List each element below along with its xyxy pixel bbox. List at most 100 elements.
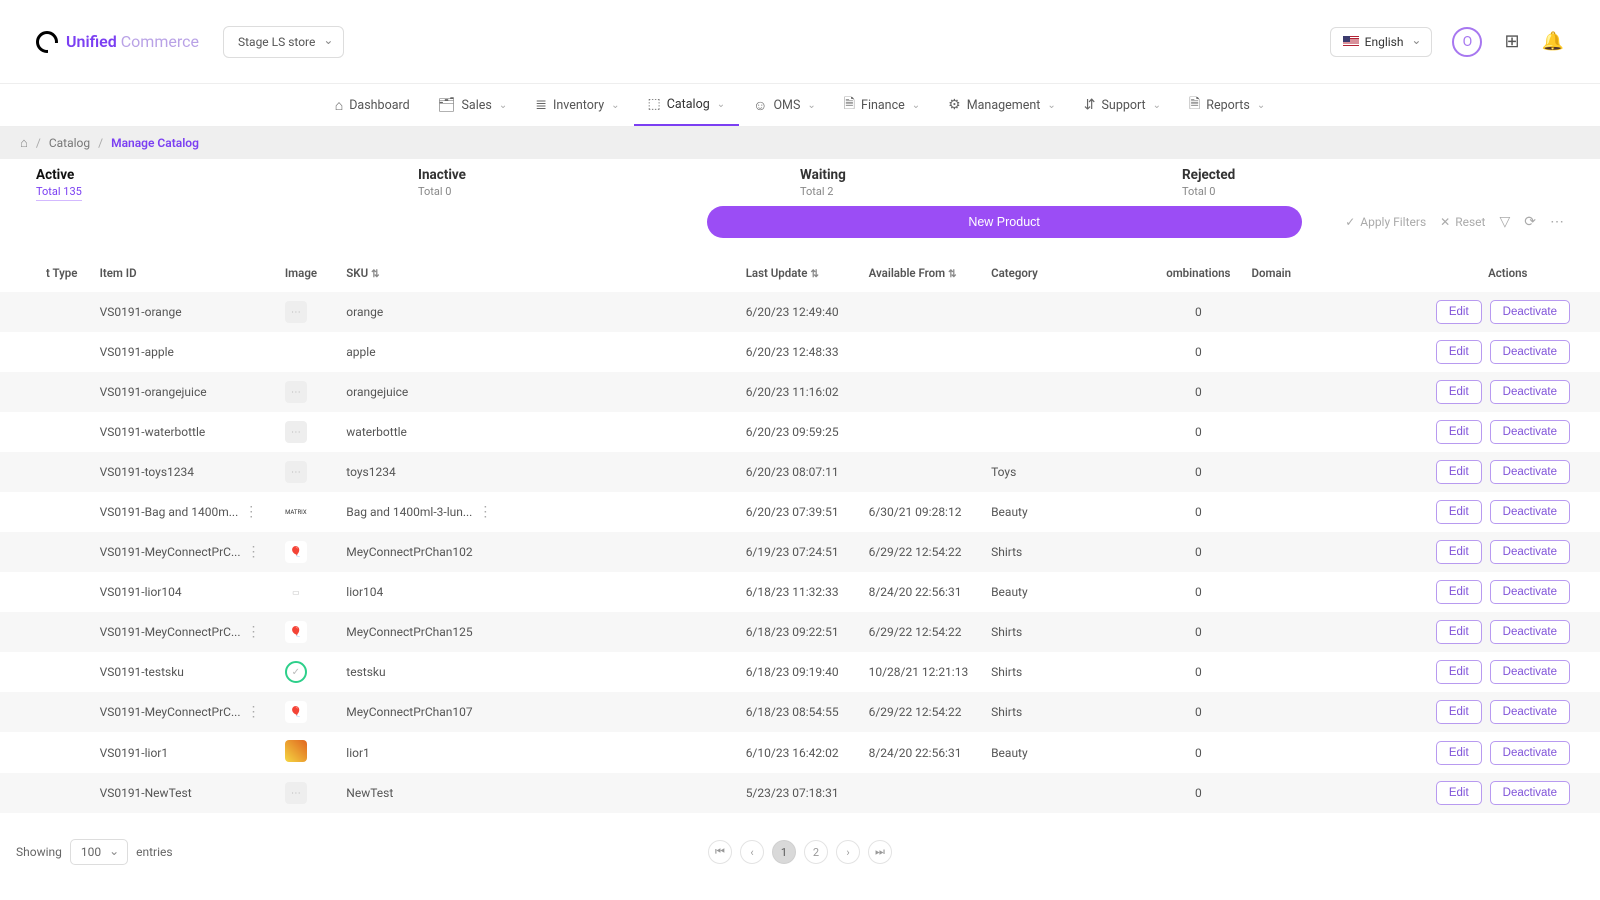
page-next-button[interactable]: › <box>836 840 860 864</box>
nav-finance[interactable]: 🗎Finance⌄ <box>830 84 934 126</box>
edit-button[interactable]: Edit <box>1436 380 1482 404</box>
new-product-button[interactable]: New Product <box>707 206 1302 238</box>
more-vert-icon[interactable]: ⋮ <box>246 624 260 640</box>
nav-dashboard[interactable]: ⌂Dashboard <box>321 84 424 126</box>
bell-icon[interactable]: 🔔 <box>1542 31 1564 52</box>
cell-last-update: 6/10/23 16:42:02 <box>736 732 859 773</box>
deactivate-button[interactable]: Deactivate <box>1490 340 1570 364</box>
refresh-icon[interactable]: ⟳ <box>1524 214 1536 230</box>
deactivate-button[interactable]: Deactivate <box>1490 460 1570 484</box>
edit-button[interactable]: Edit <box>1436 300 1482 324</box>
deactivate-button[interactable]: Deactivate <box>1490 540 1570 564</box>
nav-inventory[interactable]: ≣Inventory⌄ <box>521 84 633 126</box>
more-vert-icon[interactable]: ⋮ <box>246 544 260 560</box>
col-available-from[interactable]: Available From⇅ <box>859 248 982 292</box>
nav-reports[interactable]: 🗎Reports⌄ <box>1175 84 1279 126</box>
apply-filters-button[interactable]: ✓Apply Filters <box>1345 215 1426 229</box>
page-first-button[interactable]: ⏮ <box>708 840 732 864</box>
deactivate-button[interactable]: Deactivate <box>1490 500 1570 524</box>
cell-category: Beauty <box>981 572 1155 612</box>
cell-sku: lior1 <box>336 732 541 773</box>
main-nav: ⌂Dashboard🗂Sales⌄≣Inventory⌄⬚Catalog⌄☺OM… <box>0 84 1600 127</box>
nav-oms[interactable]: ☺OMS⌄ <box>739 84 830 126</box>
tab-waiting[interactable]: WaitingTotal 2 <box>800 163 1182 203</box>
product-image-icon <box>285 740 307 762</box>
nav-catalog[interactable]: ⬚Catalog⌄ <box>634 84 740 126</box>
store-selector[interactable]: Stage LS store <box>223 26 344 58</box>
cell-available-from: 6/30/21 09:28:12 <box>859 492 982 532</box>
page-1-button[interactable]: 1 <box>772 840 796 864</box>
more-icon[interactable]: ⋯ <box>1550 214 1564 230</box>
col-sku[interactable]: SKU⇅ <box>336 248 541 292</box>
deactivate-button[interactable]: Deactivate <box>1490 620 1570 644</box>
more-vert-icon[interactable]: ⋮ <box>244 504 258 520</box>
cell-combinations: 0 <box>1155 332 1241 372</box>
edit-button[interactable]: Edit <box>1436 620 1482 644</box>
table-row: VS0191-appleapple6/20/23 12:48:330EditDe… <box>0 332 1600 372</box>
deactivate-button[interactable]: Deactivate <box>1490 380 1570 404</box>
more-vert-icon[interactable]: ⋮ <box>246 704 260 720</box>
more-vert-icon[interactable]: ⋮ <box>478 504 492 520</box>
nav-management[interactable]: ⚙Management⌄ <box>934 84 1070 126</box>
edit-button[interactable]: Edit <box>1436 580 1482 604</box>
pagesize-select[interactable]: 100 <box>70 839 128 865</box>
page-2-button[interactable]: 2 <box>804 840 828 864</box>
reports-icon: 🗎 <box>1189 93 1200 117</box>
language-selector[interactable]: English <box>1330 27 1433 57</box>
col-type[interactable]: t Type <box>0 248 90 292</box>
edit-button[interactable]: Edit <box>1436 460 1482 484</box>
col-domain[interactable]: Domain <box>1241 248 1415 292</box>
cell-category: Shirts <box>981 652 1155 692</box>
cell-item-id: VS0191-orange <box>90 292 275 332</box>
edit-button[interactable]: Edit <box>1436 340 1482 364</box>
chevron-down-icon: ⌄ <box>499 100 507 111</box>
deactivate-button[interactable]: Deactivate <box>1490 700 1570 724</box>
page-last-button[interactable]: ⏭ <box>868 840 892 864</box>
brand-text-1: Unified <box>66 32 117 51</box>
edit-button[interactable]: Edit <box>1436 700 1482 724</box>
edit-button[interactable]: Edit <box>1436 500 1482 524</box>
edit-button[interactable]: Edit <box>1436 420 1482 444</box>
tab-inactive[interactable]: InactiveTotal 0 <box>418 163 800 203</box>
deactivate-button[interactable]: Deactivate <box>1490 741 1570 765</box>
home-icon[interactable]: ⌂ <box>20 135 28 151</box>
deactivate-button[interactable]: Deactivate <box>1490 660 1570 684</box>
cell-available-from: 10/28/21 12:21:13 <box>859 652 982 692</box>
cell-available-from: 6/29/22 12:54:22 <box>859 612 982 652</box>
deactivate-button[interactable]: Deactivate <box>1490 300 1570 324</box>
cell-category: Toys <box>981 452 1155 492</box>
deactivate-button[interactable]: Deactivate <box>1490 580 1570 604</box>
nav-sales[interactable]: 🗂Sales⌄ <box>424 84 522 126</box>
brand: Unified Commerce <box>36 31 199 53</box>
cell-item-id: VS0191-waterbottle <box>90 412 275 452</box>
avatar[interactable]: O <box>1452 27 1482 57</box>
deactivate-button[interactable]: Deactivate <box>1490 781 1570 805</box>
product-image-icon: ✓ <box>285 661 307 683</box>
apps-grid-icon[interactable]: ⊞ <box>1504 31 1519 52</box>
tab-active[interactable]: ActiveTotal 135 <box>36 163 418 203</box>
cell-available-from <box>859 773 982 813</box>
page-prev-button[interactable]: ‹ <box>740 840 764 864</box>
tab-rejected[interactable]: RejectedTotal 0 <box>1182 163 1564 203</box>
cell-sku: NewTest <box>336 773 541 813</box>
footer: Showing 100 entries ⏮ ‹ 1 2 › ⏭ <box>0 827 1600 885</box>
top-bar: Unified Commerce Stage LS store English … <box>0 0 1600 84</box>
brand-text-2: Commerce <box>121 32 199 51</box>
col-category[interactable]: Category <box>981 248 1155 292</box>
cell-sku: orange <box>336 292 541 332</box>
col-item-id[interactable]: Item ID <box>90 248 275 292</box>
reset-button[interactable]: ✕Reset <box>1440 215 1485 229</box>
edit-button[interactable]: Edit <box>1436 781 1482 805</box>
col-combinations[interactable]: ombinations <box>1155 248 1241 292</box>
edit-button[interactable]: Edit <box>1436 540 1482 564</box>
flag-us-icon <box>1343 36 1359 47</box>
edit-button[interactable]: Edit <box>1436 741 1482 765</box>
col-last-update[interactable]: Last Update⇅ <box>736 248 859 292</box>
cell-category <box>981 332 1155 372</box>
edit-button[interactable]: Edit <box>1436 660 1482 684</box>
nav-support[interactable]: ⇵Support⌄ <box>1070 84 1175 126</box>
filter-icon[interactable]: ▽ <box>1499 214 1510 230</box>
deactivate-button[interactable]: Deactivate <box>1490 420 1570 444</box>
breadcrumb-item[interactable]: Catalog <box>49 136 90 150</box>
col-image[interactable]: Image <box>275 248 336 292</box>
